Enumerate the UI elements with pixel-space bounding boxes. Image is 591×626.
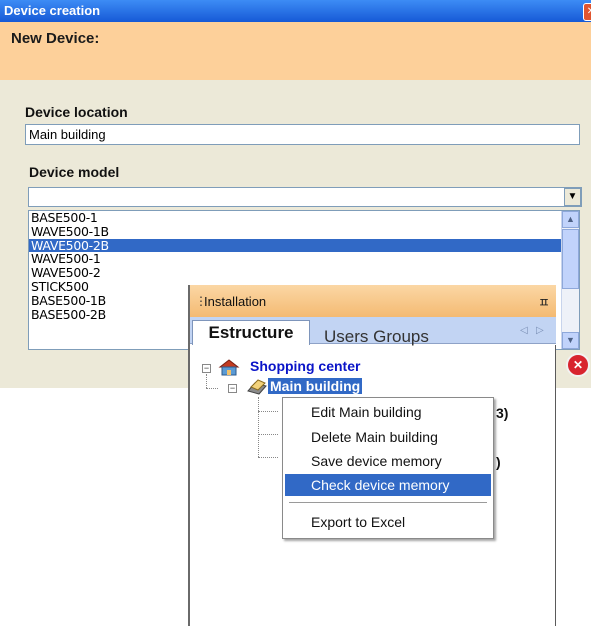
context-menu: Edit Main building Delete Main building …	[282, 397, 494, 539]
device-location-label: Device location	[25, 104, 128, 120]
tab-users-groups[interactable]: Users Groups	[324, 327, 429, 347]
title-bar[interactable]: Device creation ✕	[0, 0, 591, 22]
tree-line	[258, 397, 259, 457]
scroll-up-icon[interactable]: ▲	[562, 211, 579, 228]
close-icon[interactable]: ✕	[583, 3, 591, 21]
menu-item-save-memory[interactable]: Save device memory	[285, 450, 491, 472]
collapse-icon[interactable]: −	[202, 364, 211, 373]
tree-node-partial: )	[496, 454, 501, 470]
collapse-icon[interactable]: −	[228, 384, 237, 393]
chevron-down-icon[interactable]: ▼	[564, 188, 581, 206]
tree-node-shopping-center[interactable]: Shopping center	[250, 358, 360, 374]
device-model-label: Device model	[29, 164, 120, 180]
list-item[interactable]: WAVE500-2	[29, 266, 579, 280]
menu-item-edit[interactable]: Edit Main building	[285, 401, 491, 423]
tree-line	[258, 457, 278, 458]
tab-estructure[interactable]: Estructure	[192, 320, 310, 345]
tree-line	[258, 434, 278, 435]
device-location-input[interactable]	[25, 124, 580, 145]
tree-node-partial: 3)	[496, 405, 509, 421]
list-item-selected[interactable]: WAVE500-2B	[29, 238, 579, 253]
tree-line	[258, 411, 278, 412]
pin-icon[interactable]: ㅍ	[538, 292, 550, 311]
list-item[interactable]: WAVE500-1B	[29, 224, 579, 239]
cancel-icon[interactable]: ✕	[566, 353, 590, 377]
list-item[interactable]: WAVE500-1	[29, 252, 579, 266]
menu-item-delete[interactable]: Delete Main building	[285, 426, 491, 448]
list-item[interactable]: BASE500-1	[29, 211, 579, 225]
panel-title: Installation	[204, 294, 267, 309]
window-title: Device creation	[4, 3, 101, 18]
tree-line	[206, 388, 218, 389]
banner-title: New Device:	[11, 30, 100, 47]
device-model-combo[interactable]	[28, 187, 582, 207]
tree-node-main-building[interactable]: Main building	[268, 378, 363, 394]
building-icon	[218, 359, 240, 376]
folder-building-icon	[247, 379, 267, 395]
tab-strip: Estructure Users Groups ◁ ▷	[190, 317, 556, 347]
tab-prev-icon[interactable]: ◁	[520, 325, 528, 336]
scroll-thumb[interactable]	[562, 229, 579, 289]
menu-item-check-memory[interactable]: Check device memory	[285, 474, 491, 496]
tab-next-icon[interactable]: ▷	[536, 325, 544, 336]
tree-line	[206, 374, 207, 388]
scroll-down-icon[interactable]: ▼	[562, 332, 579, 349]
list-scrollbar[interactable]: ▲ ▼	[561, 211, 579, 349]
menu-item-export-excel[interactable]: Export to Excel	[285, 511, 491, 533]
menu-separator	[289, 502, 487, 503]
panel-header[interactable]: ⋮ Installation ㅍ	[190, 285, 556, 317]
